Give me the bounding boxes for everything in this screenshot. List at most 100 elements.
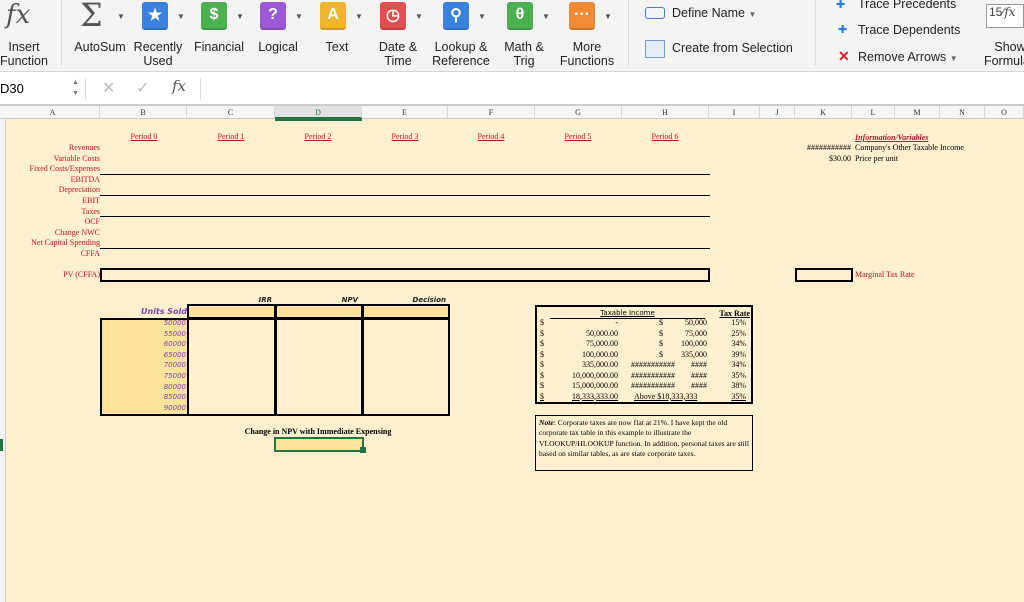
chevron-down-icon[interactable]: ▼ (355, 12, 363, 21)
chevron-down-icon[interactable]: ▼ (295, 12, 303, 21)
column-header-k[interactable]: K (795, 106, 852, 119)
label: Functions (559, 54, 615, 68)
recently-used-button[interactable]: Recently Used (128, 40, 188, 68)
row-label: EBITDA (70, 174, 100, 184)
change-npv-cell-selected[interactable] (274, 437, 364, 452)
confirm-icon[interactable]: ✓ (136, 78, 149, 98)
remove-arrows-icon: ✕ (838, 48, 850, 64)
logical-button[interactable]: Logical (250, 40, 306, 54)
sensitivity-column[interactable] (275, 318, 363, 416)
column-header-b[interactable]: B (100, 106, 187, 119)
financial-button[interactable]: Financial (188, 40, 250, 54)
marginal-tax-rate-cell[interactable] (795, 268, 853, 282)
info-label: Company's Other Taxable Income (855, 143, 964, 152)
column-header-c[interactable]: C (187, 106, 275, 119)
trace-precedents-button[interactable]: Trace Precedents (858, 0, 956, 11)
chevron-down-icon[interactable]: ▼ (604, 12, 612, 21)
formula-input[interactable] (200, 78, 1020, 100)
period-header: Period 6 (651, 132, 679, 141)
star-icon[interactable]: ★ (142, 2, 168, 30)
sensitivity-column[interactable] (187, 318, 276, 416)
column-header-l[interactable]: L (852, 106, 895, 119)
row-label: OCF (84, 217, 100, 227)
cancel-icon[interactable]: ✕ (102, 78, 115, 98)
label: Used (143, 54, 173, 68)
more-icon[interactable]: ··· (569, 2, 595, 30)
magnifier-icon[interactable]: ⚲ (443, 2, 469, 30)
column-header-i[interactable]: I (709, 106, 760, 119)
column-header-o[interactable]: O (985, 106, 1024, 119)
sensitivity-header-cell[interactable] (187, 304, 276, 319)
units-value: 75000 (163, 372, 186, 380)
tax-cell: Above $18,333,333 (634, 391, 698, 401)
show-formulas-button[interactable]: ShowFormulas (980, 40, 1024, 68)
tax-to: #### (691, 360, 707, 369)
column-header-e[interactable]: E (362, 106, 448, 119)
pv-cffa-cells[interactable] (100, 268, 710, 282)
ribbon: fx Insert Function Σ ▼ AutoSum ★ ▼ Recently… (0, 0, 1024, 72)
column-header-d[interactable]: D (275, 106, 362, 119)
tax-cell: $ (659, 328, 663, 338)
column-headers: ABCDEFGHIJKLMNO (0, 106, 1024, 119)
tag-icon (645, 7, 665, 19)
chevron-down-icon[interactable]: ▼ (415, 12, 423, 21)
units-value: 50000 (163, 319, 186, 327)
units-sold-label: Units Sold (140, 307, 187, 316)
tax-to: 100,000 (681, 339, 707, 348)
trace-precedents-icon: ✚ (836, 0, 846, 11)
tax-cell: ########### (631, 370, 675, 380)
text-button[interactable]: Text (315, 40, 359, 54)
create-from-selection-button[interactable]: Create from Selection (672, 41, 793, 55)
sensitivity-header-cell[interactable] (275, 304, 363, 319)
insert-function-button[interactable]: Insert Function (0, 40, 54, 68)
units-value: 85000 (163, 393, 186, 402)
name-box-stepper[interactable]: ▲ ▼ (72, 77, 79, 99)
tax-to: 335,000 (681, 349, 707, 359)
tax-cell: $ (540, 328, 544, 338)
column-header-j[interactable]: J (760, 106, 795, 119)
question-icon[interactable]: ? (260, 2, 286, 30)
fill-handle[interactable] (360, 447, 366, 453)
tax-rate: 35% (731, 391, 746, 401)
column-header-n[interactable]: N (940, 106, 985, 119)
column-header-f[interactable]: F (448, 106, 535, 119)
info-value[interactable]: $30.00 (829, 154, 851, 164)
tax-from: 50,000.00 (586, 328, 618, 338)
chevron-down-icon[interactable]: ▼ (117, 12, 125, 21)
sensitivity-column[interactable] (362, 318, 450, 416)
column-header-h[interactable]: H (622, 106, 709, 119)
column-header-g[interactable]: G (535, 106, 622, 119)
tax-cell: $ (540, 370, 544, 380)
label: Math & (504, 40, 544, 54)
column-header-a[interactable]: A (6, 106, 100, 119)
row-underline (100, 248, 710, 249)
date-time-button[interactable]: Date & Time (372, 40, 424, 68)
fx-icon[interactable]: fx (172, 77, 186, 95)
chevron-down-icon[interactable]: ▼ (236, 12, 244, 21)
coins-icon[interactable]: $ (201, 2, 227, 30)
sigma-icon[interactable]: Σ (80, 0, 103, 34)
trace-dependents-button[interactable]: Trace Dependents (858, 23, 960, 37)
trace-dependents-icon: ✚ (838, 24, 848, 36)
lookup-reference-button[interactable]: Lookup & Reference (428, 40, 494, 68)
clock-icon[interactable]: ◷ (380, 2, 406, 30)
theta-icon[interactable]: θ (507, 2, 533, 30)
more-functions-button[interactable]: More Functions (555, 40, 619, 68)
math-trig-button[interactable]: Math & Trig (500, 40, 548, 68)
chevron-down-icon[interactable]: ▼ (478, 12, 486, 21)
text-a-icon[interactable]: A (320, 2, 346, 30)
define-name-button[interactable]: Define Name ▼ (672, 6, 756, 20)
tax-rate: 39% (731, 349, 746, 359)
column-header-m[interactable]: M (895, 106, 940, 119)
info-heading: Information/Variables (855, 133, 929, 142)
sensitivity-header-cell[interactable] (362, 304, 450, 319)
chevron-down-icon[interactable]: ▼ (542, 12, 550, 21)
info-value[interactable]: ########### (807, 143, 851, 153)
tax-from: - (615, 318, 618, 327)
autosum-button[interactable]: AutoSum (70, 40, 130, 54)
units-value: 90000 (163, 403, 186, 412)
chevron-down-icon[interactable]: ▼ (177, 12, 185, 21)
remove-arrows-button[interactable]: Remove Arrows ▼ (858, 50, 958, 64)
insert-function-icon[interactable]: fx (6, 0, 30, 30)
units-value: 55000 (163, 329, 186, 338)
